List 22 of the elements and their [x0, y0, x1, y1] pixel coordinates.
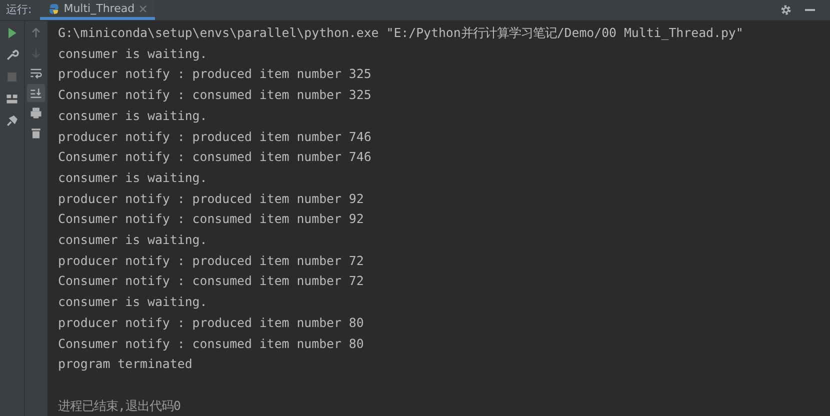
console-line: Consumer notify : consumed item number 80	[58, 334, 365, 353]
console-line: consumer is waiting.	[58, 106, 208, 125]
panel-label: 运行:	[5, 2, 33, 18]
settings-icon[interactable]	[780, 4, 792, 16]
console-line: Consumer notify : consumed item number 746	[58, 148, 372, 166]
console-line: producer notify : produced item number 746	[58, 128, 372, 146]
console-line: consumer is waiting.	[58, 231, 208, 250]
exit-message: 进程已结束,退出代码0	[58, 396, 182, 415]
console-line: producer notify : produced item number 80	[58, 314, 365, 332]
console-line: producer notify : produced item number 72	[58, 252, 365, 270]
console-line: producer notify : produced item number 325	[58, 65, 372, 84]
console-line: program terminated	[58, 355, 194, 374]
console-line: Consumer notify : consumed item number 325	[58, 86, 372, 104]
scroll-to-end-icon[interactable]	[27, 84, 45, 102]
console-line: Consumer notify : consumed item number 72	[58, 272, 365, 290]
console-line: consumer is waiting.	[58, 168, 208, 187]
console-line: consumer is waiting.	[58, 44, 208, 63]
console-line: consumer is waiting.	[58, 293, 208, 312]
console-line: producer notify : produced item number 92	[58, 190, 365, 208]
console-line: G:\miniconda\setup\envs\parallel\python.exe "E:/Python并行计算学习笔记/Demo/00 Multi_Thread.py"	[58, 24, 744, 42]
python-file-icon	[48, 2, 60, 14]
console-line: Consumer notify : consumed item number 92	[58, 210, 365, 228]
